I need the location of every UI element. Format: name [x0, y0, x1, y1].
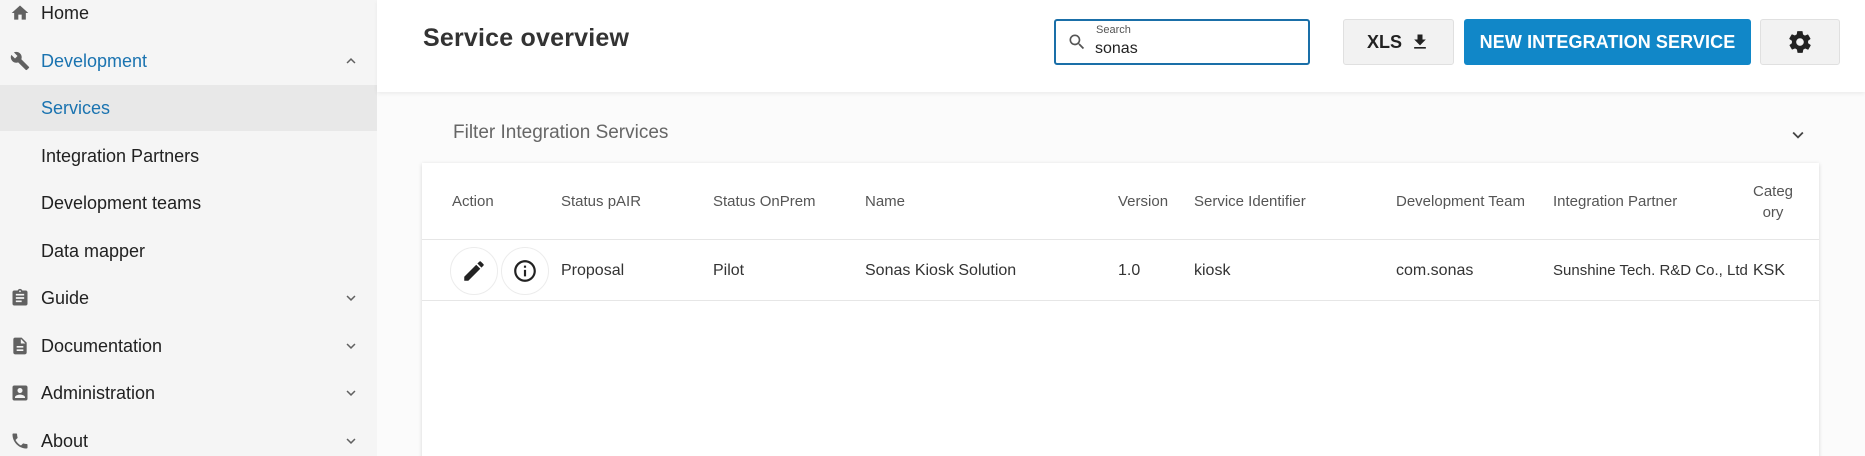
sidebar-item-label: Data mapper: [41, 240, 146, 261]
search-icon: [1067, 32, 1087, 52]
sidebar-item-development[interactable]: Development: [0, 38, 377, 84]
search-label: Search: [1096, 24, 1131, 36]
page-title: Service overview: [423, 24, 630, 52]
home-icon: [9, 2, 31, 24]
cell-version: 1.0: [1118, 261, 1141, 279]
sidebar-item-label: Documentation: [41, 335, 163, 356]
phone-icon: [9, 430, 31, 452]
column-header-status-pair[interactable]: Status pAIR: [561, 163, 641, 240]
info-icon: [514, 260, 536, 282]
chevron-down-icon: [341, 288, 361, 308]
cell-development-team: com.sonas: [1396, 261, 1474, 279]
column-header-action: Action: [452, 193, 494, 210]
services-table: Action Status pAIR Status OnPrem Name Ve…: [422, 163, 1819, 456]
cell-category: KSK: [1753, 261, 1786, 279]
main-content: Service overview Search XLS NEW INTEGRAT…: [377, 0, 1865, 456]
settings-button[interactable]: [1760, 19, 1840, 65]
gear-icon: [1789, 31, 1811, 53]
sidebar-item-administration[interactable]: Administration: [0, 370, 377, 416]
app-root: Home Development Services Integration Pa…: [0, 0, 1865, 456]
chevron-down-icon: [341, 336, 361, 356]
chevron-up-icon: [341, 51, 361, 71]
xls-button-label: XLS: [1366, 31, 1402, 52]
column-header-version[interactable]: Version: [1118, 163, 1168, 240]
sidebar: Home Development Services Integration Pa…: [0, 0, 377, 456]
pencil-icon: [464, 261, 484, 281]
column-header-integration-partner[interactable]: Integration Partner: [1553, 163, 1677, 240]
cell-status-pair: Proposal: [561, 261, 625, 279]
sidebar-item-data-mapper[interactable]: Data mapper: [0, 228, 377, 274]
sidebar-item-home[interactable]: Home: [0, 0, 377, 36]
column-header-development-team[interactable]: Development Team: [1396, 163, 1525, 240]
sidebar-item-label: Administration: [41, 382, 156, 403]
sidebar-item-label: Integration Partners: [41, 145, 200, 166]
header: Service overview Search XLS NEW INTEGRAT…: [377, 0, 1865, 92]
cell-name: Sonas Kiosk Solution: [865, 261, 1017, 279]
account-box-icon: [9, 382, 31, 404]
chevron-down-icon: [341, 431, 361, 451]
sidebar-item-guide[interactable]: Guide: [0, 275, 377, 321]
sidebar-item-label: Home: [41, 2, 90, 23]
table-row: Proposal Pilot Sonas Kiosk Solution 1.0 …: [422, 240, 1819, 301]
info-button[interactable]: [501, 247, 549, 295]
new-integration-service-button[interactable]: NEW INTEGRATION SERVICE: [1464, 19, 1751, 65]
wrench-icon: [9, 50, 31, 72]
sidebar-item-integration-partners[interactable]: Integration Partners: [0, 133, 377, 179]
chevron-down-icon: [1787, 124, 1809, 146]
cell-service-identifier: kiosk: [1194, 261, 1231, 279]
chevron-down-icon: [341, 383, 361, 403]
clipboard-icon: [9, 287, 31, 309]
document-icon: [9, 335, 31, 357]
edit-button[interactable]: [450, 247, 498, 295]
sidebar-item-development-teams[interactable]: Development teams: [0, 180, 377, 226]
xls-export-button[interactable]: XLS: [1343, 19, 1454, 65]
column-header-name[interactable]: Name: [865, 163, 905, 240]
sidebar-item-label: Services: [41, 97, 111, 118]
filter-panel-toggle[interactable]: Filter Integration Services: [423, 112, 1819, 152]
sidebar-item-label: Development: [41, 50, 148, 71]
filter-title: Filter Integration Services: [453, 122, 669, 143]
sidebar-item-label: About: [41, 430, 89, 451]
column-header-service-identifier[interactable]: Service Identifier: [1194, 163, 1306, 240]
cell-integration-partner: Sunshine Tech. R&D Co., Ltd: [1553, 261, 1748, 279]
column-header-category[interactable]: Categ ory: [1753, 163, 1803, 240]
sidebar-item-about[interactable]: About: [0, 418, 377, 456]
sidebar-item-services[interactable]: Services: [0, 85, 377, 131]
sidebar-item-label: Guide: [41, 287, 90, 308]
table-header: Action Status pAIR Status OnPrem Name Ve…: [422, 163, 1819, 240]
search-box[interactable]: Search: [1054, 19, 1310, 65]
cell-status-onprem: Pilot: [713, 261, 745, 279]
sidebar-item-documentation[interactable]: Documentation: [0, 323, 377, 369]
download-icon: [1414, 34, 1426, 49]
column-header-status-onprem[interactable]: Status OnPrem: [713, 163, 816, 240]
search-input[interactable]: [1095, 38, 1295, 60]
sidebar-item-label: Development teams: [41, 192, 202, 213]
